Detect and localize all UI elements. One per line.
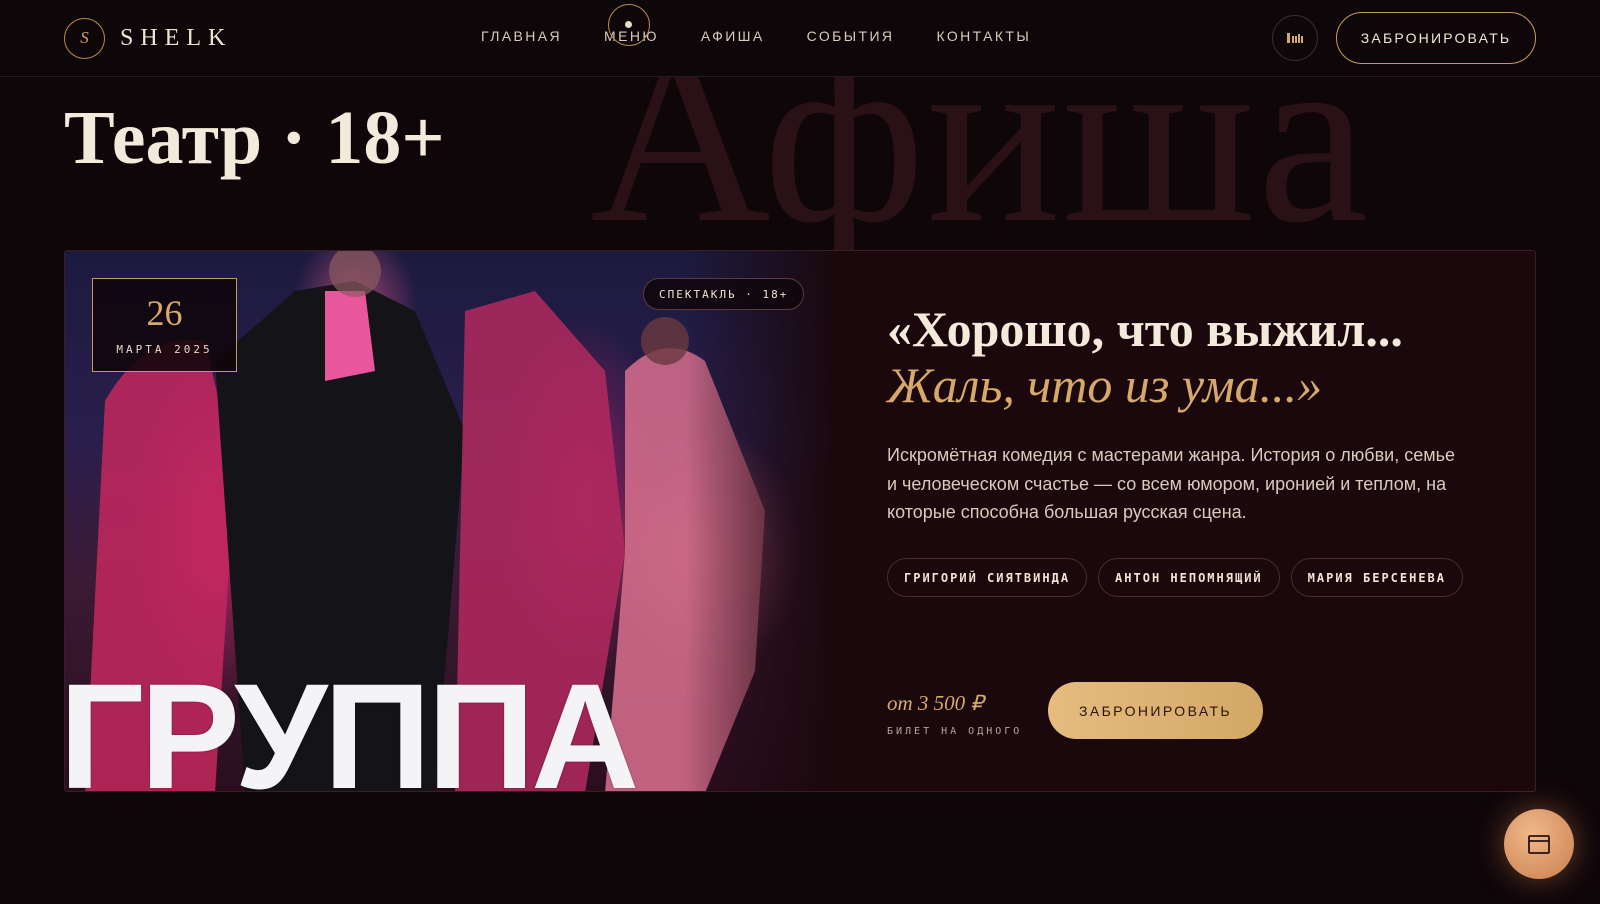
price-note: БИЛЕТ НА ОДНОГО <box>887 726 1023 737</box>
date-day: 26 <box>146 292 183 333</box>
language-icon <box>1287 33 1303 43</box>
cast-chip[interactable]: ГРИГОРИЙ СИЯТВИНДА <box>887 558 1088 597</box>
calendar-icon <box>1528 835 1550 854</box>
cast-list: ГРИГОРИЙ СИЯТВИНДА АНТОН НЕПОМНЯЩИЙ МАРИ… <box>887 558 1487 597</box>
cast-chip[interactable]: АНТОН НЕПОМНЯЩИЙ <box>1098 558 1280 597</box>
page-title: Театр · 18+ <box>64 96 445 180</box>
event-subtitle: Жаль, что из ума...» <box>887 357 1323 413</box>
nav-item-home[interactable]: ГЛАВНАЯ <box>481 28 562 44</box>
event-book-button[interactable]: ЗАБРОНИРОВАТЬ <box>1048 682 1263 739</box>
logo[interactable]: S SHELK <box>64 17 232 59</box>
poster-title: ГРУППА <box>65 652 639 792</box>
logo-mark: S <box>64 17 105 59</box>
event-card: 26 МАРТА 2025 СПЕКТАКЛЬ · 18+ ГРУППА «Хо… <box>64 250 1536 792</box>
nav-item-events[interactable]: СОБЫТИЯ <box>807 28 895 44</box>
cast-chip[interactable]: МАРИЯ БЕРСЕНЕВА <box>1290 558 1464 597</box>
nav-item-contacts[interactable]: КОНТАКТЫ <box>936 28 1031 44</box>
nav-item-afisha[interactable]: АФИША <box>701 28 765 44</box>
event-description: Искромётная комедия с мастерами жанра. И… <box>887 445 1455 522</box>
date-month: МАРТА 2025 <box>116 342 213 356</box>
price-value: от 3 500 ₽ <box>887 691 984 715</box>
custom-cursor-dot <box>625 21 632 28</box>
date-badge: 26 МАРТА 2025 <box>92 278 237 372</box>
poster-fade <box>685 251 835 791</box>
logo-text: SHELK <box>120 24 233 51</box>
event-title: «Хорошо, что выжил... <box>887 301 1403 357</box>
event-poster: 26 МАРТА 2025 СПЕКТАКЛЬ · 18+ ГРУППА <box>65 251 835 792</box>
genre-tag: СПЕКТАКЛЬ · 18+ <box>643 278 805 310</box>
site-header: S SHELK ГЛАВНАЯ МЕНЮ АФИША СОБЫТИЯ КОНТА… <box>0 0 1600 77</box>
header-book-button[interactable]: ЗАБРОНИРОВАТЬ <box>1336 12 1536 64</box>
price-block: от 3 500 ₽ БИЛЕТ НА ОДНОГО <box>887 691 1022 737</box>
language-button[interactable] <box>1272 15 1318 61</box>
main-nav: ГЛАВНАЯ МЕНЮ АФИША СОБЫТИЯ КОНТАКТЫ <box>481 28 1073 44</box>
calendar-fab-button[interactable] <box>1504 809 1574 879</box>
